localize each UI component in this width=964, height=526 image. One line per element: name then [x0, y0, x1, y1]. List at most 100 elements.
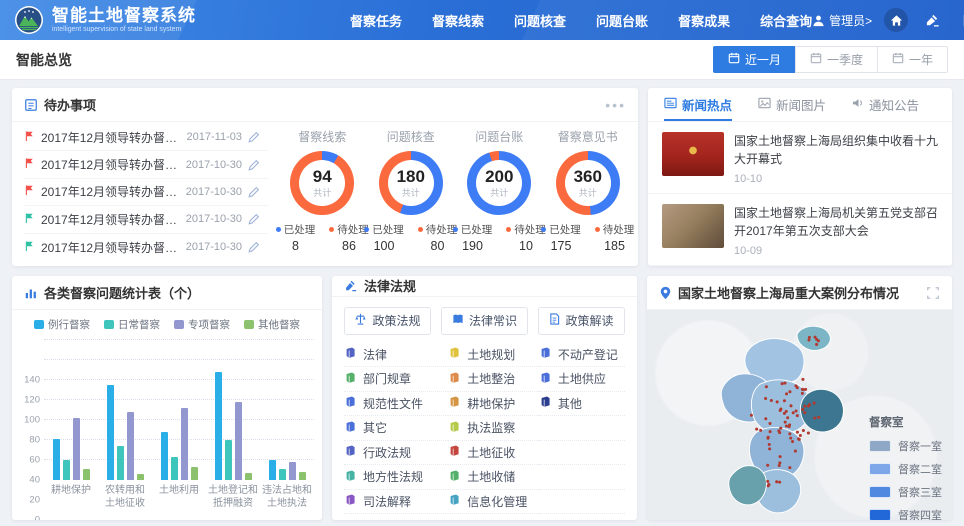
user-menu[interactable]: 管理员>: [812, 12, 872, 29]
news-tab-label: 新闻图片: [776, 95, 826, 114]
legal-link-label: 地方性法规: [363, 468, 423, 485]
bar-例行督察: [215, 372, 222, 480]
news-tab-2[interactable]: 通知公告: [852, 88, 919, 121]
todo-item[interactable]: 2017年12月领导转办督察线索2017-10-30: [24, 206, 268, 233]
legend-swatch: [174, 320, 184, 329]
legend-swatch: [104, 320, 114, 329]
todo-item[interactable]: 2017年12月领导转办督察线索2017-10-30: [24, 234, 268, 261]
logout-icon[interactable]: [956, 8, 964, 32]
picture-icon: [758, 97, 771, 112]
legal-links-grid: 法律土地规划不动产登记部门规章 土地整治土地供应规范性文件耕地保护其他其它执法监察…: [332, 343, 637, 521]
book-icon: [452, 313, 464, 328]
legal-link[interactable]: 法律: [344, 343, 448, 368]
legal-link[interactable]: 规范性文件: [344, 392, 448, 417]
case-distribution-map: 督察室督察一室督察二室督察三室督察四室督察五室: [647, 310, 952, 520]
legal-tab-1[interactable]: 法律常识: [441, 307, 528, 335]
more-icon[interactable]: •••: [605, 100, 626, 110]
donut-legend-value: 185: [604, 239, 625, 253]
flag-icon: [24, 157, 35, 172]
book-icon: [448, 346, 461, 362]
chart-panel: 各类督察问题统计表（个） 例行督察日常督察专项督察其他督察 0204060801…: [12, 276, 322, 520]
todo-item-date: 2017-10-30: [186, 213, 242, 225]
legal-link[interactable]: 信息化管理: [448, 490, 539, 515]
donut-total-value: 200: [485, 168, 513, 185]
nav-item-3[interactable]: 问题台账: [596, 11, 648, 30]
bar-专项督察: [289, 462, 296, 480]
donut-center: 200共计: [476, 160, 522, 206]
nav-item-2[interactable]: 问题核查: [514, 11, 566, 30]
legal-link[interactable]: 土地整治: [448, 367, 539, 392]
legal-link[interactable]: 土地规划: [448, 343, 539, 368]
legend-dot: [595, 227, 600, 232]
edit-icon[interactable]: [248, 186, 260, 198]
donut-ring: 180共计: [379, 151, 443, 215]
time-filter-label: 一季度: [827, 51, 863, 68]
expand-icon[interactable]: [926, 286, 940, 300]
legal-link[interactable]: 地方性法规: [344, 465, 448, 490]
location-pin-icon: [659, 286, 672, 300]
legal-tab-label: 政策法规: [372, 312, 420, 329]
header-actions: 管理员>: [812, 8, 964, 32]
todo-item[interactable]: 2017年12月领导转办督察线索2017-10-30: [24, 179, 268, 206]
x-tick-label: 农转用和 土地征收: [98, 484, 152, 510]
book-icon: [448, 469, 461, 485]
legal-cell-empty: [539, 416, 625, 441]
news-tab-0[interactable]: 新闻热点: [664, 88, 732, 121]
donut-legend-col: 已处理8: [276, 222, 316, 253]
news-item[interactable]: 国家土地督察上海局组织集中收看十九大开幕式10-10: [648, 122, 952, 194]
legal-tab-0[interactable]: 政策法规: [344, 307, 431, 335]
map-legend-item: 督察一室: [869, 438, 942, 454]
flag-icon: [24, 184, 35, 199]
legal-link[interactable]: 部门规章: [344, 367, 448, 392]
donut-legend-label: 待处理: [506, 222, 546, 237]
legal-link[interactable]: 土地征收: [448, 441, 539, 466]
legal-link-label: 部门规章: [363, 370, 411, 387]
edit-icon[interactable]: [248, 241, 260, 253]
legal-tab-label: 法律常识: [469, 312, 517, 329]
app-header: 智能土地督察系统 intelligent supervision of stat…: [0, 0, 964, 40]
legal-link[interactable]: 耕地保护: [448, 392, 539, 417]
legal-link[interactable]: 土地供应: [539, 367, 625, 392]
bar-日常督察: [279, 469, 286, 480]
time-filter-0[interactable]: 近一月: [713, 46, 796, 73]
legal-link[interactable]: 行政法规: [344, 441, 448, 466]
home-icon[interactable]: [884, 8, 908, 32]
legend-label: 日常督察: [118, 317, 160, 332]
todo-item[interactable]: 2017年12月领导转办督察线索2017-11-03: [24, 124, 268, 151]
legal-link[interactable]: 其它: [344, 416, 448, 441]
legal-link[interactable]: 司法解释: [344, 490, 448, 515]
news-list: 国家土地督察上海局组织集中收看十九大开幕式10-10国家土地督察上海局机关第五党…: [648, 122, 952, 266]
time-filter-1[interactable]: 一季度: [795, 46, 878, 73]
legal-link[interactable]: 土地收储: [448, 465, 539, 490]
gavel-icon[interactable]: [920, 8, 944, 32]
todo-item-date: 2017-10-30: [186, 241, 242, 253]
legal-link[interactable]: 不动产登记: [539, 343, 625, 368]
edit-icon[interactable]: [248, 213, 260, 225]
app-subtitle: intelligent supervision of state land sy…: [52, 26, 184, 34]
news-tab-1[interactable]: 新闻图片: [758, 88, 826, 121]
map-legend-item: 督察三室: [869, 484, 942, 500]
bar-日常督察: [225, 440, 232, 480]
legend-text: 已处理: [372, 222, 404, 237]
news-item[interactable]: 国家土地督察上海局机关第五党支部召开2017年第五次支部大会10-09: [648, 194, 952, 266]
legal-tab-label: 政策解读: [565, 312, 613, 329]
map-legend-item: 督察二室: [869, 461, 942, 477]
nav-item-4[interactable]: 督察成果: [678, 11, 730, 30]
legal-link[interactable]: 其他: [539, 392, 625, 417]
legal-link[interactable]: 执法监察: [448, 416, 539, 441]
legal-tab-2[interactable]: 政策解读: [538, 307, 625, 335]
donut-center: 180共计: [388, 160, 434, 206]
legend-text: 已处理: [284, 222, 316, 237]
todo-panel: 待办事项 ••• 2017年12月领导转办督察线索2017-11-032017年…: [12, 88, 638, 266]
nav-item-1[interactable]: 督察线索: [432, 11, 484, 30]
news-thumbnail: [662, 204, 724, 248]
donut-legend-label: 待处理: [595, 222, 635, 237]
todo-item[interactable]: 2017年12月领导转办督察线索2017-10-30: [24, 151, 268, 178]
news-tab-label: 通知公告: [869, 95, 919, 114]
nav-item-5[interactable]: 综合查询: [760, 11, 812, 30]
edit-icon[interactable]: [248, 159, 260, 171]
legend-text: 已处理: [549, 222, 581, 237]
nav-item-0[interactable]: 督察任务: [350, 11, 402, 30]
time-filter-2[interactable]: 一年: [877, 46, 948, 73]
edit-icon[interactable]: [248, 131, 260, 143]
